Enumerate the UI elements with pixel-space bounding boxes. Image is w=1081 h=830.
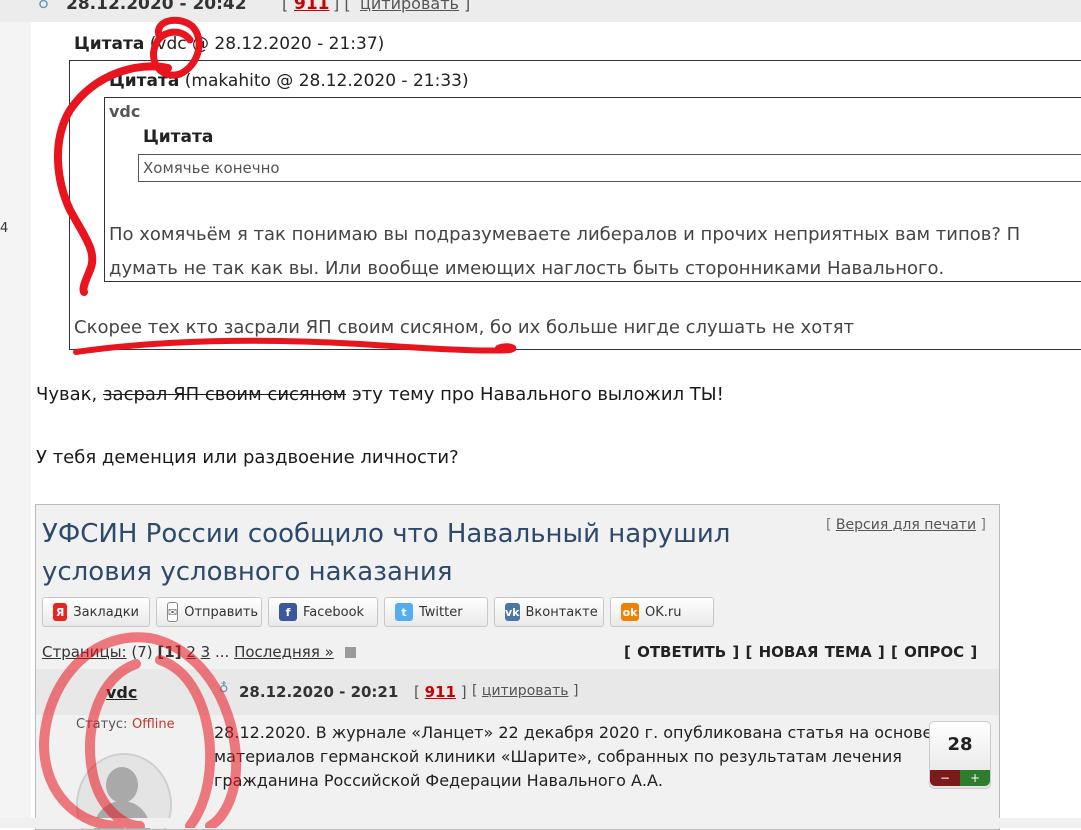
- ok-icon: ok: [621, 603, 639, 621]
- vk-icon: vk: [505, 603, 520, 621]
- struck-text: засрал ЯП своим сисяном: [102, 384, 347, 405]
- post-body: 28.12.2020. В журнале «Ланцет» 22 декабр…: [214, 723, 933, 790]
- post-number-link[interactable]: 911: [294, 0, 330, 14]
- inner-quote-paragraph: По хомячьём я так понимаю вы подразумева…: [109, 218, 1081, 286]
- paragraph-line: думать не так как вы. Или вообще имеющих…: [109, 258, 945, 279]
- cite-link[interactable]: цитировать: [360, 0, 459, 13]
- post-text: Чувак,: [36, 384, 98, 405]
- pages-count: (7): [131, 643, 153, 661]
- cite-text[interactable]: цитировать: [482, 683, 569, 699]
- quote-author: vdc: [109, 102, 141, 121]
- share-button-bookmarks[interactable]: Я Закладки: [42, 597, 150, 627]
- paragraph-line: По хомячьём я так понимаю вы подразумева…: [109, 224, 1021, 245]
- avatar-head-icon: [106, 767, 138, 803]
- bottom-strip: [0, 818, 1081, 828]
- left-column: [0, 22, 31, 828]
- share-label: Twitter: [419, 604, 463, 620]
- post-text: эту тему про Навального выложил ТЫ!: [351, 384, 724, 405]
- share-button-twitter[interactable]: t Twitter: [384, 597, 488, 627]
- print-link-text[interactable]: Версия для печати: [836, 517, 976, 533]
- outer-quote-reply: Скорее тех кто засрали ЯП своим сисяном,…: [74, 317, 855, 338]
- bracket: [: [282, 0, 289, 13]
- post-number-link[interactable]: 911: [425, 683, 456, 701]
- post-number: [ 911 ]: [414, 683, 467, 701]
- last-page-link[interactable]: Последняя »: [234, 643, 334, 661]
- rating-widget: 28 − +: [929, 721, 991, 789]
- page-icon: [344, 647, 356, 658]
- share-button-ok[interactable]: ok OK.ru: [610, 597, 714, 627]
- share-label: Закладки: [73, 604, 139, 620]
- quote-header-outer: Цитата (vdc @ 28.12.2020 - 21:37): [74, 34, 384, 54]
- facebook-icon: f: [279, 603, 297, 621]
- share-button-send[interactable]: ✉ Отправить: [156, 597, 262, 627]
- status-label: Статус:: [76, 717, 128, 732]
- nested-quote-text: Хомячье конечно: [143, 159, 280, 177]
- side-number: 4: [0, 221, 9, 236]
- pin-icon: ♁: [38, 0, 49, 12]
- yandex-icon: Я: [53, 603, 68, 621]
- post-author-link[interactable]: vdc: [106, 683, 137, 702]
- rating-value: 28: [947, 734, 973, 755]
- post-header-strip: ♁ 28.12.2020 - 20:42 [ 911 ] [ цитироват…: [0, 0, 1081, 22]
- cite-link[interactable]: [ цитировать ]: [472, 683, 578, 699]
- share-label: Отправить: [184, 604, 259, 620]
- rating-minus-button[interactable]: −: [930, 770, 960, 786]
- post-line-2: У тебя деменция или раздвоение личности?: [36, 447, 459, 468]
- pages-ellipsis: ...: [215, 643, 230, 661]
- bracket: ]: [464, 0, 471, 13]
- share-label: Вконтакте: [525, 604, 598, 620]
- topic-actions[interactable]: [ ОТВЕТИТЬ ] [ НОВАЯ ТЕМА ] [ ОПРОС ]: [624, 643, 977, 661]
- topic-title: УФСИН России сообщило что Навальный нару…: [42, 519, 731, 587]
- share-button-facebook[interactable]: f Facebook: [268, 597, 378, 627]
- bracket: ] [: [333, 0, 351, 13]
- quote-label-nested: Цитата: [143, 127, 214, 147]
- pin-icon: ♁: [219, 681, 229, 696]
- share-label: Facebook: [303, 604, 365, 620]
- pages-label: Страницы:: [42, 643, 127, 661]
- post-line-1: Чувак, засрал ЯП своим сисяном эту тему …: [36, 384, 724, 405]
- twitter-icon: t: [395, 603, 413, 621]
- page-current: [1]: [157, 643, 182, 661]
- mail-icon: ✉: [167, 602, 179, 622]
- quote-label: Цитата: [109, 71, 180, 91]
- page-link-2[interactable]: 2: [186, 643, 196, 661]
- rating-plus-button[interactable]: +: [960, 770, 990, 786]
- page-link-3[interactable]: 3: [201, 643, 211, 661]
- post-date: 28.12.2020 - 20:42: [66, 0, 247, 14]
- post-header: vdc ♁ 28.12.2020 - 20:21 [ 911 ] [ цитир…: [36, 669, 999, 715]
- quote-meta: (vdc @ 28.12.2020 - 21:37): [149, 34, 385, 54]
- quote-meta: (makahito @ 28.12.2020 - 21:33): [184, 71, 469, 91]
- embedded-screenshot: УФСИН России сообщило что Навальный нару…: [35, 504, 1000, 830]
- post-date: 28.12.2020 - 20:21: [239, 683, 399, 701]
- share-label: OK.ru: [645, 604, 682, 620]
- share-button-vk[interactable]: vk Вконтакте: [494, 597, 604, 627]
- quote-header-inner: Цитата (makahito @ 28.12.2020 - 21:33): [109, 71, 469, 91]
- status-value: Offline: [132, 717, 175, 732]
- quote-label: Цитата: [74, 34, 145, 54]
- print-version-link[interactable]: [ Версия для печати ]: [826, 517, 986, 533]
